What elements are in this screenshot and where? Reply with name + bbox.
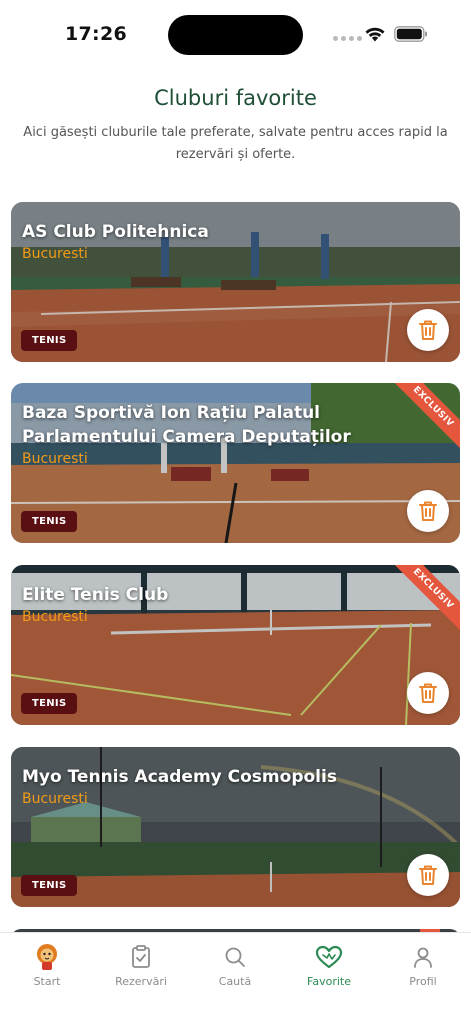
status-bar: 17:26 [0,0,471,64]
remove-favorite-button[interactable] [407,309,449,351]
tab-rezervari[interactable]: Rezervări [101,943,181,988]
remove-favorite-button[interactable] [407,672,449,714]
search-icon [225,947,245,967]
clipboard-check-icon [132,945,150,968]
lion-mascot-icon [37,944,57,970]
club-name: Myo Tennis Academy Cosmopolis Bucuresti [22,765,390,809]
sport-badge: TENIS [21,875,78,896]
club-card[interactable]: AS Club Politehnica Bucuresti TENIS [11,202,460,362]
page-subtitle: Aici găsești cluburile tale preferate, s… [23,125,448,162]
trash-icon [419,501,437,521]
tab-label: Caută [218,975,252,988]
battery-icon [394,26,427,42]
club-city: Bucuresti [22,791,88,807]
trash-icon [419,320,437,340]
tab-label: Start [33,975,61,988]
club-card[interactable]: EXCLUSIV Elite Tenis Club Bucuresti TENI… [11,565,460,725]
tab-label: Favorite [307,975,351,988]
club-card[interactable]: Myo Tennis Academy Cosmopolis Bucuresti … [11,747,460,907]
user-icon [414,947,432,968]
club-card[interactable]: EXCLUSIV Baza Sportivă Ion Rațiu Palatul… [11,383,460,543]
sport-badge: TENIS [21,511,78,532]
club-name: Baza Sportivă Ion Rațiu Palatul Parlamen… [22,401,390,469]
tab-profil[interactable]: Profil [383,943,463,988]
trash-icon [419,683,437,703]
dynamic-island [168,15,303,55]
tab-start[interactable]: Start [7,943,87,988]
remove-favorite-button[interactable] [407,854,449,896]
club-name: Elite Tenis Club Bucuresti [22,583,390,627]
tab-favorite[interactable]: Favorite [289,943,369,988]
club-name: AS Club Politehnica Bucuresti [22,220,390,264]
trash-icon [419,865,437,885]
tab-label: Rezervări [115,975,167,988]
wifi-icon [365,27,385,42]
club-city: Bucuresti [22,246,88,262]
club-city: Bucuresti [22,451,88,467]
club-city: Bucuresti [22,609,88,625]
remove-favorite-button[interactable] [407,490,449,532]
status-time: 17:26 [65,23,127,45]
page-title: Cluburi favorite [154,86,317,110]
signal-dots-icon [333,36,362,41]
tab-cauta[interactable]: Caută [195,943,275,988]
sport-badge: TENIS [21,330,78,351]
heart-icon [315,945,343,969]
bottom-tab-bar: Start Rezervări Caută Favorite Profil [0,932,471,1025]
sport-badge: TENIS [21,693,78,714]
tab-label: Profil [409,975,437,988]
